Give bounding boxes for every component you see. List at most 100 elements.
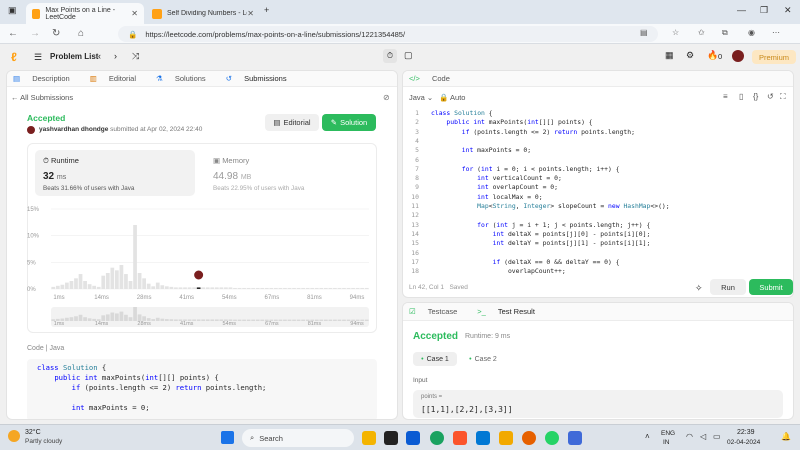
all-submissions-link[interactable]: ← All Submissions	[11, 93, 73, 102]
format-icon[interactable]: ≡	[723, 92, 728, 101]
mini-bar	[174, 319, 178, 321]
lang-eng[interactable]: ENG	[661, 430, 675, 437]
close-icon[interactable]: ✕	[247, 9, 254, 18]
auto-mode[interactable]: 🔒 Auto	[439, 93, 465, 102]
settings-icon[interactable]: ⚙	[686, 50, 694, 61]
forward-icon[interactable]: →	[30, 28, 40, 39]
case-1-tab[interactable]: • Case 1	[413, 352, 457, 366]
tab-actions-icon[interactable]: ▣	[8, 5, 17, 16]
list-icon[interactable]: ☰	[34, 52, 42, 63]
close-icon[interactable]: ✕	[131, 9, 138, 18]
tab-test-result[interactable]: >_ Test Result	[477, 307, 545, 316]
prev-problem-icon[interactable]: ‹	[98, 51, 101, 61]
more-icon[interactable]: ⋯	[772, 28, 780, 37]
files-icon[interactable]	[499, 431, 513, 445]
taskbar-search[interactable]: ⌕ Search	[242, 429, 354, 447]
home-icon[interactable]: ⌂	[78, 28, 84, 39]
bar	[255, 287, 260, 289]
braces-icon[interactable]: {}	[753, 92, 758, 101]
clock-time[interactable]: 22:39	[737, 429, 755, 436]
edge-icon[interactable]	[430, 431, 444, 445]
editorial-button[interactable]: ▤ Editorial	[265, 114, 319, 131]
tab-testcase[interactable]: ☑ Testcase	[409, 307, 467, 316]
fullscreen-icon[interactable]: ⛶	[780, 92, 786, 102]
solution-button[interactable]: ✎ Solution	[322, 114, 376, 131]
input-label: Input	[413, 377, 428, 384]
url-input[interactable]: 🔒 https://leetcode.com/problems/max-poin…	[118, 26, 658, 42]
notification-icon[interactable]: 🔔	[781, 432, 791, 441]
bar	[360, 287, 365, 289]
file-explorer-icon[interactable]	[362, 431, 376, 445]
language-select[interactable]: Java ⌄	[409, 93, 433, 102]
mini-bar	[237, 319, 242, 321]
back-icon[interactable]: ←	[8, 28, 18, 39]
layout-icon[interactable]: ▦	[665, 50, 674, 61]
tab-solutions[interactable]: ⚗ Solutions	[156, 74, 216, 83]
runtime-card[interactable]: ⏱ Runtime 32 ms Beats 31.66% of users wi…	[35, 150, 195, 196]
profile-icon[interactable]: ◉	[748, 28, 755, 37]
bookmark-icon[interactable]: ▯	[739, 92, 743, 101]
minimize-icon[interactable]: —	[737, 5, 746, 15]
whatsapp-icon[interactable]	[545, 431, 559, 445]
reader-icon[interactable]: ▤	[640, 28, 648, 37]
tab-max-points[interactable]: Max Points on a Line - LeetCode ✕	[26, 3, 144, 24]
code-text: if (deltaX == 0 && deltaY == 0) {	[492, 257, 620, 266]
timer-icon[interactable]: ⏱	[383, 49, 397, 63]
collections-icon[interactable]: ⧉	[722, 28, 728, 38]
notes-icon[interactable]: ▢	[404, 50, 413, 61]
mini-bar	[155, 317, 160, 321]
battery-icon[interactable]: ▭	[713, 432, 721, 441]
case-2-tab[interactable]: • Case 2	[463, 352, 503, 366]
debug-icon[interactable]: ✧	[695, 283, 703, 294]
bar	[83, 281, 87, 289]
lock-icon: 🔒	[439, 93, 449, 102]
line-number: 17	[411, 257, 419, 266]
leetcode-logo-icon[interactable]: ℓ	[11, 50, 23, 64]
firefox-icon[interactable]	[522, 431, 536, 445]
tab-editorial[interactable]: ▥ Editorial	[90, 74, 146, 83]
favorites-icon[interactable]: ✩	[698, 28, 705, 37]
maximize-icon[interactable]: ❐	[760, 5, 768, 16]
windows-start-icon[interactable]	[221, 431, 234, 444]
clock-date[interactable]: 02-04-2024	[727, 439, 760, 446]
tab-self-dividing[interactable]: Self Dividing Numbers - LeetCo ✕	[146, 3, 260, 24]
submit-button[interactable]: Submit	[749, 279, 793, 295]
vscode-icon[interactable]	[476, 431, 490, 445]
memory-card[interactable]: ▣ Memory 44.98 MB Beats 22.95% of users …	[205, 150, 365, 196]
weather-icon[interactable]	[8, 430, 20, 442]
bar	[224, 287, 228, 289]
brave-icon[interactable]	[453, 431, 467, 445]
refresh-icon[interactable]: ↻	[52, 28, 60, 39]
task-view-icon[interactable]	[384, 431, 398, 445]
share-icon[interactable]: ⊘	[383, 93, 390, 102]
bar	[310, 287, 315, 289]
author-name[interactable]: yashvardhan dhondge	[39, 126, 108, 133]
premium-button[interactable]: Premium	[752, 50, 796, 64]
shuffle-icon[interactable]: ⤨	[132, 51, 139, 62]
next-problem-icon[interactable]: ›	[114, 51, 117, 61]
lang-in[interactable]: IN	[663, 439, 670, 446]
bookmark-icon[interactable]: ☆	[672, 28, 679, 37]
chevron-up-icon[interactable]: ˄	[645, 432, 650, 441]
mini-bar	[74, 316, 78, 321]
problem-list-link[interactable]: Problem List	[50, 52, 98, 61]
volume-icon[interactable]: ◁	[700, 432, 706, 441]
memory-unit: MB	[240, 174, 252, 181]
reset-icon[interactable]: ↺	[767, 92, 774, 101]
streak-icon[interactable]: 🔥	[707, 50, 718, 61]
memory-beats: Beats 22.95% of users with Java	[213, 185, 305, 192]
y-tick-label: 5%	[27, 260, 36, 266]
editor-header: </> Code	[403, 71, 793, 87]
avatar[interactable]	[732, 50, 744, 62]
new-tab-icon[interactable]: +	[264, 5, 269, 15]
tab-description[interactable]: ▤ Description	[13, 74, 80, 83]
memory-label: Memory	[222, 156, 250, 165]
store-icon[interactable]	[406, 431, 420, 445]
tab-submissions[interactable]: ↺ Submissions	[226, 74, 297, 83]
wifi-icon[interactable]: ◠	[686, 432, 693, 441]
code-tab[interactable]: </> Code	[409, 74, 460, 83]
app-icon[interactable]	[568, 431, 582, 445]
window-close-icon[interactable]: ✕	[784, 5, 792, 16]
code-editor[interactable]: 1 class Solution {2 public int maxPoints(…	[403, 109, 793, 275]
run-button[interactable]: Run	[710, 279, 746, 295]
